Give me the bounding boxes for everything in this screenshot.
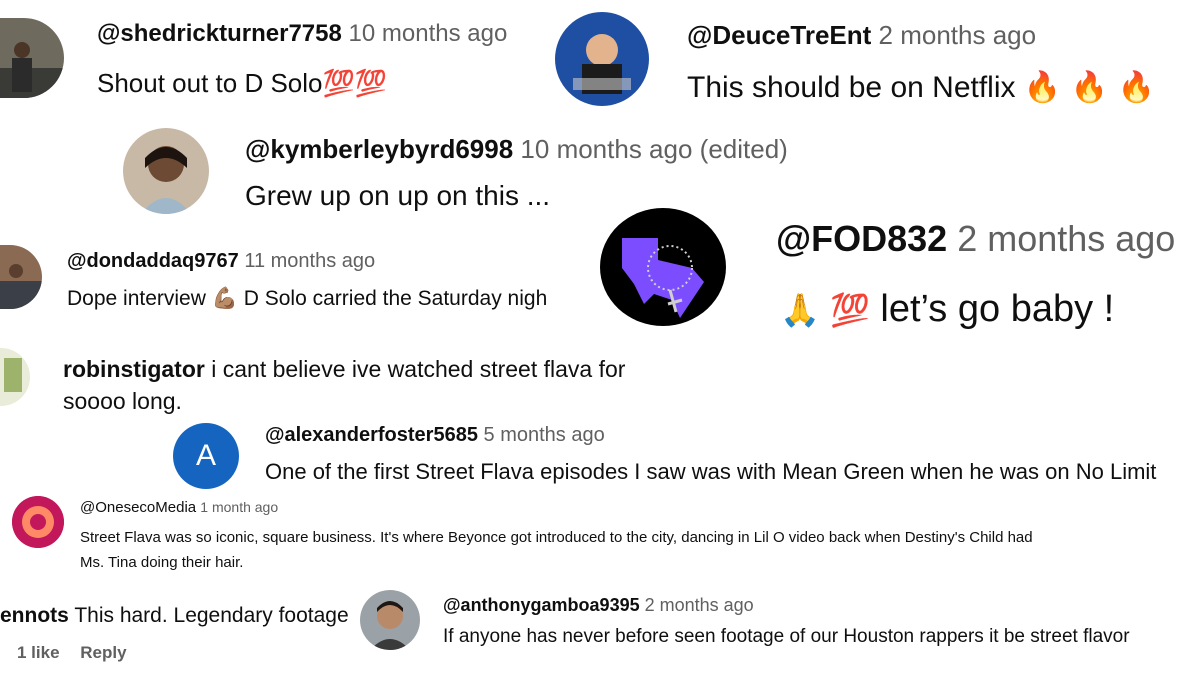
avatar[interactable] <box>0 18 64 98</box>
comment-actions: 1 like Reply <box>17 643 127 663</box>
comment-text: robinstigator i cant believe ive watched… <box>63 353 625 417</box>
author-handle[interactable]: @kymberleybyrd6998 <box>245 134 513 164</box>
like-count: 1 like <box>17 643 60 662</box>
comment-text: One of the first Street Flava episodes I… <box>265 459 1157 484</box>
comment-author[interactable]: @FOD832 2 months ago <box>776 218 1175 260</box>
comment-body-line2: soooo long. <box>63 388 182 414</box>
comment-text: 🙏 💯 let’s go baby ! <box>780 288 1114 331</box>
comment-body-start: Dope interview <box>67 287 206 310</box>
author-handle[interactable]: @anthonygamboa9395 <box>443 595 640 615</box>
comment-body: This hard. Legendary footage <box>74 604 349 627</box>
comment-body-line1: Street Flava was so iconic, square busin… <box>80 529 1033 546</box>
comment-author[interactable]: @dondaddaq9767 11 months ago <box>67 250 375 273</box>
comment-text: Grew up on up on this ... <box>245 180 551 211</box>
avatar[interactable]: A <box>173 423 239 489</box>
comment-author[interactable]: @DeuceTreEnt 2 months ago <box>687 20 1036 51</box>
avatar[interactable] <box>0 348 30 406</box>
comment-body: This should be on Netflix <box>687 71 1016 104</box>
avatar[interactable] <box>360 590 420 650</box>
avatar[interactable] <box>12 496 64 548</box>
avatar[interactable] <box>555 12 649 106</box>
flexed-arm-emoji: 💪🏽 <box>211 286 238 310</box>
reply-button[interactable]: Reply <box>80 643 126 662</box>
comment-text: ennots This hard. Legendary footage <box>0 604 349 628</box>
comment-author[interactable]: @shedrickturner7758 10 months ago <box>97 20 507 48</box>
author-handle[interactable]: @dondaddaq9767 <box>67 250 239 272</box>
comment-time[interactable]: 1 month ago <box>200 499 278 515</box>
author-handle[interactable]: @alexanderfoster5685 <box>265 424 478 446</box>
avatar[interactable] <box>600 208 726 326</box>
praying-hands-emoji: 🙏 💯 <box>780 291 870 329</box>
avatar[interactable] <box>123 128 209 214</box>
comment-author[interactable]: @anthonygamboa9395 2 months ago <box>443 595 754 616</box>
comment-body: let’s go baby ! <box>880 288 1115 330</box>
author-handle[interactable]: robinstigator <box>63 356 205 382</box>
comment-body-line2: Ms. Tina doing their hair. <box>80 554 244 571</box>
comment-time[interactable]: 5 months ago <box>484 424 605 446</box>
comment-time[interactable]: 10 months ago <box>349 20 508 47</box>
comment-time[interactable]: 2 months ago <box>879 20 1037 50</box>
comment-text: This should be on Netflix 🔥 🔥 🔥 <box>687 70 1155 105</box>
author-handle[interactable]: @DeuceTreEnt <box>687 20 871 50</box>
fire-emoji: 🔥 🔥 🔥 <box>1023 70 1155 105</box>
comment-author[interactable]: @kymberleybyrd6998 10 months ago (edited… <box>245 134 788 165</box>
author-handle[interactable]: @OnesecoMedia <box>80 499 196 516</box>
author-handle[interactable]: @FOD832 <box>776 218 947 259</box>
comment-body-line1: i cant believe ive watched street flava … <box>211 356 626 382</box>
comment-time[interactable]: 2 months ago <box>645 595 754 615</box>
comment-text: If anyone has never before seen footage … <box>443 626 1130 647</box>
hundred-emoji: 💯💯 <box>322 69 388 99</box>
avatar-letter: A <box>195 439 216 472</box>
comment-body: Shout out to D Solo <box>97 68 323 98</box>
comment-body-end: D Solo carried the Saturday nigh <box>243 287 548 310</box>
comment-time[interactable]: 2 months ago <box>957 218 1175 259</box>
avatar[interactable] <box>0 245 42 309</box>
comment-author[interactable]: @OnesecoMedia 1 month ago <box>80 499 278 516</box>
comment-text: Street Flava was so iconic, square busin… <box>80 525 1033 575</box>
comment-time[interactable]: 11 months ago <box>244 250 375 272</box>
comment-author[interactable]: @alexanderfoster5685 5 months ago <box>265 424 605 447</box>
comment-text: Shout out to D Solo💯💯 <box>97 68 387 99</box>
comment-text: Dope interview 💪🏽 D Solo carried the Sat… <box>67 286 582 311</box>
comment-time[interactable]: 10 months ago (edited) <box>520 134 787 164</box>
author-handle[interactable]: @shedrickturner7758 <box>97 20 342 47</box>
author-handle[interactable]: ennots <box>0 604 69 627</box>
